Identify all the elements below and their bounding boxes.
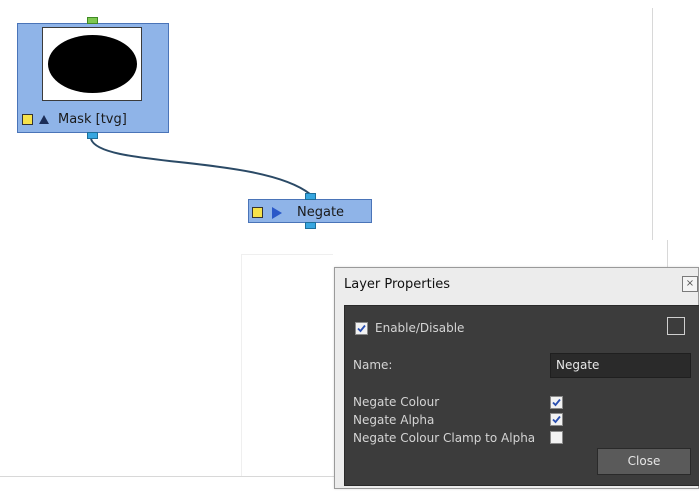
mask-input-port[interactable] xyxy=(87,17,98,24)
negate-node[interactable]: Negate xyxy=(248,193,372,229)
close-button[interactable]: Close xyxy=(597,448,691,475)
negate-alpha-label: Negate Alpha xyxy=(353,413,435,427)
display-toggle-icon[interactable] xyxy=(22,114,33,125)
mask-thumbnail xyxy=(42,27,142,101)
view-divider xyxy=(241,254,242,476)
negate-colour-label: Negate Colour xyxy=(353,395,440,409)
mask-node-label: Mask [tvg] xyxy=(58,112,127,127)
name-field[interactable]: Negate xyxy=(550,353,691,378)
enable-label: Enable/Disable xyxy=(375,321,465,335)
negate-colour-checkbox[interactable] xyxy=(550,396,563,409)
negate-colour-clamp-label: Negate Colour Clamp to Alpha xyxy=(353,431,536,445)
play-arrow-icon[interactable] xyxy=(272,206,282,219)
layer-properties-dialog: Layer Properties × Enable/Disable Name: … xyxy=(334,267,699,489)
view-divider xyxy=(241,254,333,255)
triangle-up-icon[interactable] xyxy=(39,115,49,124)
enable-checkbox[interactable] xyxy=(355,322,368,335)
view-divider xyxy=(667,240,668,268)
close-icon[interactable]: × xyxy=(682,276,698,292)
negate-alpha-checkbox[interactable] xyxy=(550,413,563,426)
negate-input-port[interactable] xyxy=(305,193,316,200)
node-view[interactable]: Mask [tvg] Negate Layer Properties × Ena… xyxy=(0,0,699,494)
name-label: Name: xyxy=(353,358,393,372)
properties-panel: Enable/Disable Name: Negate Negate Colou… xyxy=(344,305,699,486)
view-divider xyxy=(0,476,334,477)
mask-output-port[interactable] xyxy=(87,132,98,139)
negate-node-label: Negate xyxy=(297,205,345,220)
display-toggle-icon[interactable] xyxy=(252,207,263,218)
negate-colour-clamp-checkbox[interactable] xyxy=(550,431,563,444)
dialog-title: Layer Properties xyxy=(344,277,451,292)
ellipse-shape xyxy=(48,35,137,93)
mask-node[interactable]: Mask [tvg] xyxy=(17,17,169,139)
view-divider xyxy=(652,8,653,240)
layer-color-swatch[interactable] xyxy=(667,317,685,335)
negate-output-port[interactable] xyxy=(305,222,316,229)
